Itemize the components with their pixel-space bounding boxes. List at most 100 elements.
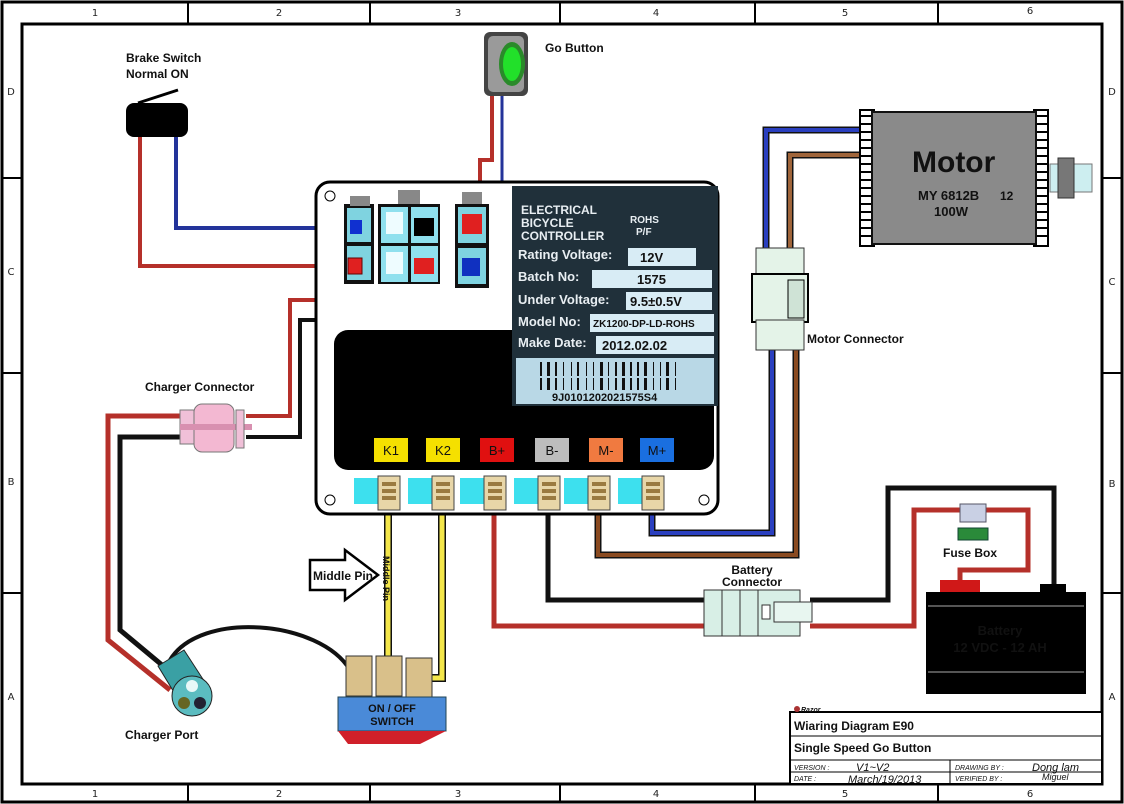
- wire-motor-blue: [764, 128, 862, 250]
- barcode-bar: [653, 362, 654, 376]
- barcode-bar: [563, 362, 564, 376]
- terminal-pad: [618, 478, 644, 504]
- terminal-pad: [408, 478, 434, 504]
- barcode-bar: [608, 378, 609, 390]
- barcode-bar: [577, 362, 579, 376]
- spade-slot: [436, 482, 450, 486]
- col-label: 1: [92, 8, 98, 19]
- barcode-bar: [577, 378, 579, 390]
- brake-switch: Brake Switch Normal ON: [126, 51, 201, 137]
- row-label: B: [1109, 479, 1116, 490]
- battery-spec: 12 VDC - 12 AH: [953, 640, 1046, 655]
- middle-pin-arrow-label: Middle Pin: [313, 569, 373, 583]
- barcode-bar: [547, 378, 550, 390]
- field-label: Make Date:: [518, 335, 587, 350]
- spade-slot: [488, 496, 502, 500]
- wire-port-to-switch: [168, 625, 352, 672]
- field-value-rating-voltage: 12V: [640, 250, 663, 265]
- spade-slot: [542, 489, 556, 493]
- motor: Motor MY 6812B 12 100W: [859, 109, 1093, 247]
- barcode-bar: [540, 362, 542, 376]
- barcode-text: 9J0101202021575S4: [552, 392, 658, 404]
- brake-switch-label: Brake Switch: [126, 51, 201, 65]
- spade-slot: [436, 496, 450, 500]
- field-value-under-voltage: 9.5±0.5V: [630, 294, 682, 309]
- row-label: D: [1108, 87, 1116, 98]
- barcode-bar: [571, 378, 572, 390]
- middle-pin-arrow: Middle Pin Middle Pin: [308, 547, 391, 603]
- go-button: Go Button: [484, 32, 604, 96]
- field-value-batch-no: 1575: [637, 272, 666, 287]
- col-label: 2: [276, 789, 282, 800]
- barcode-bar: [660, 362, 661, 376]
- col-label: 1: [92, 789, 98, 800]
- terminal-label-mminus: M-: [598, 443, 613, 458]
- barcode-bar: [666, 362, 669, 376]
- verified-by-value: Miguel: [1042, 772, 1070, 782]
- barcode-bar: [540, 378, 542, 390]
- row-label: D: [7, 87, 15, 98]
- spade-slot: [592, 482, 606, 486]
- barcode-bar: [630, 362, 632, 376]
- controller: ELECTRICAL BICYCLE CONTROLLER ROHS P/F R…: [314, 180, 720, 516]
- field-value-model-no: ZK1200-DP-LD-ROHS: [593, 319, 695, 330]
- row-label: B: [8, 477, 15, 488]
- fuse-box-label: Fuse Box: [943, 546, 997, 560]
- barcode-bar: [600, 378, 603, 390]
- field-value-make-date: 2012.02.02: [602, 338, 667, 353]
- row-label: A: [8, 692, 15, 703]
- barcode-bar: [675, 362, 676, 376]
- barcode-bar: [622, 362, 625, 376]
- brand-logo: Razor: [801, 707, 822, 714]
- col-label: 3: [455, 789, 461, 800]
- barcode-bar: [615, 362, 617, 376]
- rohs-label: P/F: [636, 227, 652, 238]
- controller-heading: BICYCLE: [521, 216, 574, 230]
- barcode-bar: [630, 378, 632, 390]
- controller-input-connectors: [344, 190, 489, 288]
- barcode-bar: [622, 378, 625, 390]
- onoff-switch: ON / OFF SWITCH: [337, 655, 447, 744]
- motor-model-suffix: 12: [1000, 189, 1014, 203]
- barcode-bar: [555, 362, 557, 376]
- barcode-bar: [571, 362, 572, 376]
- motor-connector-label: Motor Connector: [807, 332, 904, 346]
- title-block-subtitle: Single Speed Go Button: [794, 741, 931, 755]
- barcode-bar: [637, 378, 639, 390]
- field-label: Rating Voltage:: [518, 247, 612, 262]
- motor-model: MY 6812B: [918, 188, 979, 203]
- wire-chargerport-black: [117, 434, 190, 682]
- title-block-title: Wiaring Diagram E90: [794, 719, 914, 733]
- brake-switch-label: Normal ON: [126, 67, 189, 81]
- controller-heading: ELECTRICAL: [521, 203, 597, 217]
- verified-by-label: VERIFIED BY :: [955, 776, 1002, 783]
- spade-slot: [488, 489, 502, 493]
- spade-slot: [542, 496, 556, 500]
- col-label: 2: [276, 8, 282, 19]
- terminal-label-bminus: B-: [546, 443, 559, 458]
- row-label: A: [1109, 692, 1116, 703]
- terminal-pad: [354, 478, 380, 504]
- spade-slot: [436, 489, 450, 493]
- barcode-bar: [666, 378, 669, 390]
- barcode-bar: [555, 378, 557, 390]
- col-label: 4: [653, 8, 659, 19]
- wire-motor-brown: [788, 153, 862, 250]
- drawing-by-label: DRAWING BY :: [955, 765, 1004, 772]
- wire-bplus-red: [491, 510, 712, 629]
- row-label: C: [1109, 277, 1116, 288]
- field-label: Batch No:: [518, 269, 579, 284]
- wiring-diagram: 1 2 3 4 5 6 1 2 3 4 5 6 D C B A D C B A: [0, 0, 1124, 804]
- barcode-bar: [608, 362, 609, 376]
- controller-heading: CONTROLLER: [521, 229, 605, 243]
- spade-slot: [382, 482, 396, 486]
- col-label: 4: [653, 789, 659, 800]
- col-label: 3: [455, 8, 461, 19]
- field-label: Model No:: [518, 314, 581, 329]
- barcode-bar: [637, 362, 639, 376]
- version-value: V1~V2: [856, 762, 889, 774]
- spade-slot: [382, 496, 396, 500]
- spade-slot: [592, 489, 606, 493]
- terminal-pad: [460, 478, 486, 504]
- barcode-bar: [653, 378, 654, 390]
